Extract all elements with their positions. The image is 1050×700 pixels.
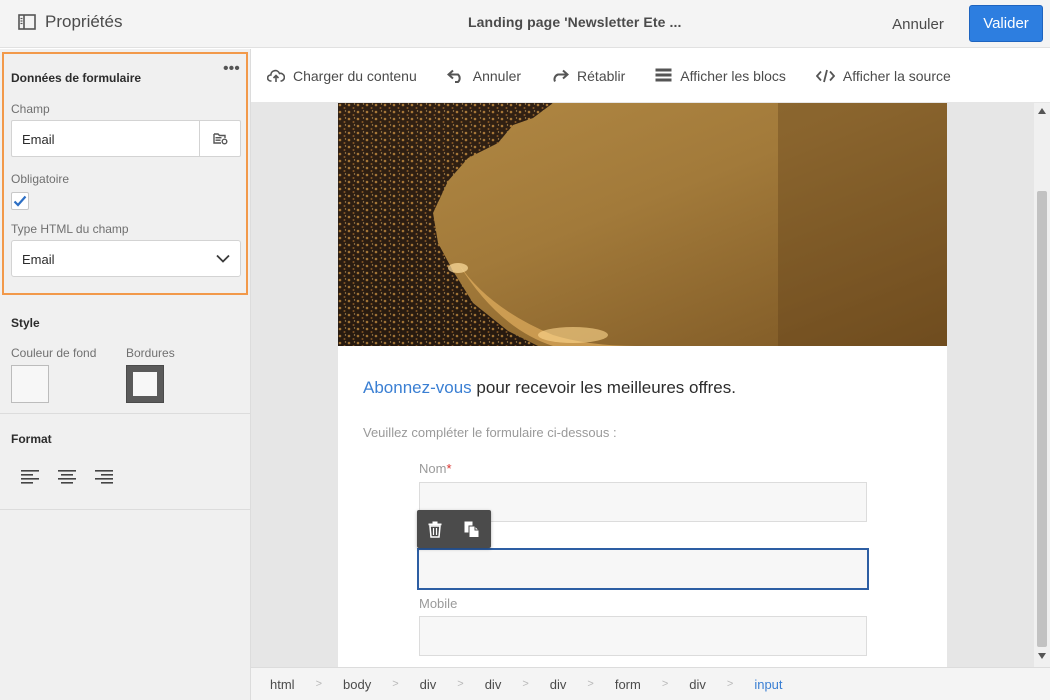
breadcrumb-separator-icon: > [457,678,464,690]
breadcrumb-item[interactable]: form [615,677,641,692]
show-source-label: Afficher la source [842,67,951,84]
folder-picker-icon [212,133,227,145]
breadcrumb-separator-icon: > [587,678,594,690]
breadcrumb-item[interactable]: div [550,677,567,692]
panel-title-label: Propriétés [45,12,123,31]
mobile-input[interactable] [419,616,867,656]
redo-icon [553,69,570,82]
scrollbar-thumb[interactable] [1037,191,1047,647]
field-label: Champ [11,102,50,116]
style-section: Style Couleur de fond Bordures [0,301,250,414]
redo-button[interactable]: Rétablir [551,68,625,84]
scroll-down-icon[interactable] [1038,653,1046,659]
code-icon [815,69,835,82]
delete-button[interactable] [428,521,442,538]
editor-canvas: Abonnez-vous pour recevoir les meilleure… [251,103,1034,667]
mobile-field-label: Mobile [419,596,458,611]
required-label: Obligatoire [11,172,70,186]
undo-icon [446,69,461,83]
breadcrumb-separator-icon: > [522,678,529,690]
document-title: Landing page 'Newsletter Ete ... [468,14,682,30]
html-type-select[interactable]: Email [11,240,241,277]
field-input[interactable]: Email [11,120,241,157]
required-checkbox[interactable] [11,192,29,210]
trash-icon [428,521,442,538]
cancel-button[interactable]: Annuler [880,8,956,40]
breadcrumb-separator-icon: > [726,678,734,690]
hero-image[interactable] [338,103,947,346]
panel-title: Propriétés [18,12,122,32]
blocks-icon [655,68,672,82]
bg-color-label: Couleur de fond [11,346,97,360]
element-action-toolbar [417,510,491,548]
scroll-up-icon[interactable] [1038,108,1046,114]
field-picker-button[interactable] [200,121,240,156]
name-field-label: Nom* [419,461,452,476]
style-title: Style [11,316,40,330]
html-type-value: Email [22,252,55,267]
form-data-section: Données de formulaire ••• Champ Email Ob… [2,52,248,295]
bg-color-swatch[interactable] [11,365,49,403]
align-left-icon [21,470,39,484]
format-title: Format [11,432,52,446]
align-right-button[interactable] [94,469,116,491]
email-body: Abonnez-vous pour recevoir les meilleure… [338,103,947,667]
breadcrumb-item[interactable]: div [485,677,502,692]
border-label: Bordures [126,346,175,360]
top-header: Propriétés Landing page 'Newsletter Ete … [0,0,1050,48]
undo-button[interactable]: Annuler [446,67,522,84]
form-data-title: Données de formulaire [11,71,142,85]
show-blocks-button[interactable]: Afficher les blocs [655,68,786,84]
subscribe-link[interactable]: Abonnez-vous [363,378,472,397]
properties-panel: Données de formulaire ••• Champ Email Ob… [0,49,251,700]
more-options-icon[interactable]: ••• [223,61,240,77]
cloud-upload-icon [267,69,285,82]
editor-toolbar: Charger du contenu Annuler Rétablir Affi… [251,49,1050,103]
breadcrumb-separator-icon: > [661,678,669,690]
breadcrumb-item-active[interactable]: input [754,677,782,692]
align-right-icon [95,470,113,484]
panel-toggle-icon[interactable] [18,14,36,30]
element-breadcrumb: html > body > div > div > div > form > div > in… [251,667,1050,700]
load-content-button[interactable]: Charger du contenu [267,68,417,84]
duplicate-button[interactable] [464,521,480,538]
breadcrumb-item[interactable]: html [270,677,295,692]
redo-label: Rétablir [577,67,626,84]
duplicate-icon [464,521,480,538]
canvas-scrollbar[interactable] [1034,103,1050,667]
show-source-button[interactable]: Afficher la source [815,67,951,84]
checkmark-icon [13,195,27,207]
headline-text: pour recevoir les meilleures offres. [471,378,736,397]
email-headline: Abonnez-vous pour recevoir les meilleure… [363,378,736,398]
email-subline: Veuillez compléter le formulaire ci-dess… [363,425,617,440]
align-center-button[interactable] [57,469,79,491]
breadcrumb-separator-icon: > [315,678,322,690]
load-content-label: Charger du contenu [293,67,417,84]
field-value: Email [12,121,200,156]
chevron-down-icon [216,254,230,263]
html-type-label: Type HTML du champ [11,222,129,236]
align-left-button[interactable] [20,469,42,491]
format-section: Format [0,415,250,510]
show-blocks-label: Afficher les blocs [680,67,786,84]
border-swatch[interactable] [126,365,164,403]
align-center-icon [58,470,76,484]
email-input-selected[interactable] [417,548,869,590]
validate-button[interactable]: Valider [969,5,1043,42]
breadcrumb-item[interactable]: body [343,677,371,692]
breadcrumb-item[interactable]: div [420,677,437,692]
breadcrumb-item[interactable]: div [689,677,706,692]
breadcrumb-separator-icon: > [392,678,399,690]
undo-label: Annuler [472,67,522,84]
required-asterisk: * [446,461,452,476]
